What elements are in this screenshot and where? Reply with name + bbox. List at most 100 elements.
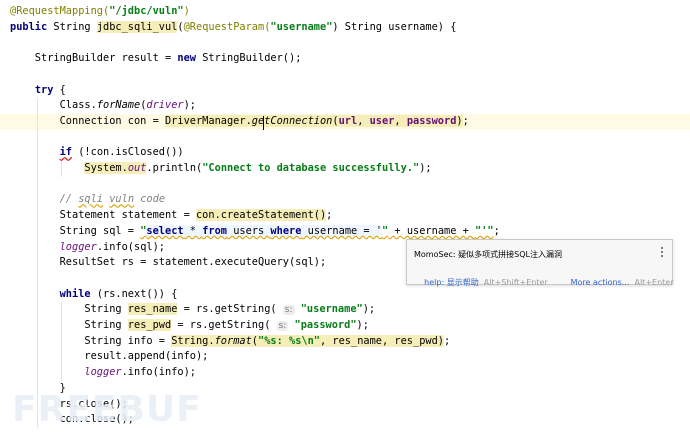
help-link[interactable]: help: 显示帮助 xyxy=(424,278,479,287)
code-token: sqli xyxy=(78,193,104,206)
code-line[interactable]: @RequestMapping("/jdbc/vuln") xyxy=(0,4,690,20)
code-token: StringBuilder(); xyxy=(202,52,302,65)
code-token: ) xyxy=(183,5,190,17)
code-token: String xyxy=(10,319,128,331)
code-token: new xyxy=(177,52,203,65)
indent-guide xyxy=(37,98,38,428)
code-token: "/jdbc/vuln" xyxy=(109,5,184,17)
code-token: user xyxy=(369,114,395,127)
code-token: "password" xyxy=(294,319,357,331)
code-line[interactable] xyxy=(0,67,690,83)
code-line[interactable]: String res_name = rs.getString( s: "user… xyxy=(0,302,690,318)
code-token: ; xyxy=(462,114,469,127)
inspection-message: MomoSec: 疑似多项式拼接SQL注入漏洞 xyxy=(414,250,562,259)
code-token: , xyxy=(394,114,407,127)
indent-guide xyxy=(61,161,62,177)
code-token: res_pwd xyxy=(127,319,172,331)
code-line[interactable]: try { xyxy=(0,83,690,99)
code-line[interactable] xyxy=(0,35,690,51)
code-token: try xyxy=(34,83,60,96)
code-token: result.append(info); xyxy=(10,350,209,363)
code-line[interactable] xyxy=(0,177,690,193)
code-line[interactable] xyxy=(0,130,690,146)
code-token: (!con.isClosed()) xyxy=(72,146,184,159)
parameter-hint: s: xyxy=(276,321,289,331)
code-token: DriverManager. xyxy=(164,114,252,127)
parameter-hint: s: xyxy=(282,305,295,316)
code-line[interactable]: System.out.println("Connect to database … xyxy=(0,161,690,177)
code-line[interactable]: StringBuilder result = new StringBuilder… xyxy=(0,51,690,67)
code-token: System. xyxy=(84,162,128,174)
code-token: .println( xyxy=(146,162,203,174)
code-line[interactable]: String info = String.format("%s: %s\n", … xyxy=(0,334,690,350)
code-token: String xyxy=(10,303,128,316)
code-token: "username" xyxy=(270,20,333,33)
code-token: ); xyxy=(362,303,376,316)
code-line[interactable]: String res_pwd = rs.getString( s: "passw… xyxy=(0,318,690,334)
kebab-menu-icon[interactable] xyxy=(661,247,665,259)
code-token: password xyxy=(406,114,457,127)
more-actions-link[interactable]: More actions... xyxy=(571,278,630,287)
code-token: String. xyxy=(171,334,215,347)
code-token: select xyxy=(146,224,184,237)
code-line[interactable]: Statement statement = con.createStatemen… xyxy=(0,208,690,224)
code-token: ); xyxy=(419,162,432,174)
code-line[interactable]: String sql = "select * from users where … xyxy=(0,224,690,240)
code-token: = rs.getString( xyxy=(177,303,283,316)
code-token: con.createStatement() xyxy=(195,209,327,222)
code-token: public xyxy=(10,20,54,33)
code-token: .info(sql); xyxy=(96,240,166,253)
code-token: logger xyxy=(59,240,97,253)
code-token: @RequestParam( xyxy=(183,20,271,33)
code-token: logger xyxy=(84,366,122,379)
code-line[interactable]: result.append(info); xyxy=(0,349,690,365)
code-token: while xyxy=(59,287,97,300)
code-token: , xyxy=(357,114,370,127)
code-token: ; xyxy=(326,209,333,222)
code-line[interactable]: Connection con = DriverManager.getConnec… xyxy=(0,113,690,130)
code-line[interactable]: Class.forName(driver); xyxy=(0,98,690,114)
code-token: username = ' xyxy=(301,224,383,237)
code-token: String xyxy=(53,20,97,33)
code-token: Class. xyxy=(10,99,97,112)
code-token: { xyxy=(59,83,66,96)
code-token: if xyxy=(59,146,73,159)
code-token: format xyxy=(214,334,252,347)
code-token: , res_name, res_pwd) xyxy=(320,334,444,347)
help-shortcut: Alt+Shift+Enter xyxy=(483,278,548,287)
indent-guide xyxy=(61,302,62,381)
code-line[interactable]: // sqli vuln code xyxy=(0,192,690,208)
code-token: url xyxy=(338,114,358,127)
code-token: "%s: %s\n" xyxy=(258,334,320,347)
code-token: where xyxy=(270,224,302,237)
code-line[interactable]: logger.info(info); xyxy=(0,365,690,381)
text-caret xyxy=(263,116,264,130)
inspection-tooltip: MomoSec: 疑似多项式拼接SQL注入漏洞 help: 显示帮助 Alt+S… xyxy=(406,239,674,287)
code-token: * xyxy=(183,224,203,237)
code-token: // xyxy=(10,193,79,206)
code-token: res_name xyxy=(127,303,178,316)
more-actions-shortcut: Alt+Enter xyxy=(634,278,674,287)
code-token: "Connect to database successfully." xyxy=(202,162,420,174)
code-editor[interactable]: @RequestMapping("/jdbc/vuln") public Stri… xyxy=(0,0,690,436)
code-token: "'" xyxy=(475,224,494,237)
code-token: .info(info); xyxy=(121,366,197,379)
code-token: jdbc_sqli_vul xyxy=(96,20,178,33)
code-line[interactable]: if (!con.isClosed()) xyxy=(0,145,690,161)
code-token: ( xyxy=(332,114,339,127)
code-token: forName xyxy=(96,99,141,112)
code-line[interactable]: public String jdbc_sqli_vul(@RequestPara… xyxy=(0,20,690,36)
code-token: String sql = xyxy=(10,224,141,237)
code-token: users xyxy=(227,224,271,237)
code-token: Connection con = xyxy=(10,114,165,127)
code-token: from xyxy=(202,224,228,237)
code-token: String info = xyxy=(10,334,172,347)
code-token: + username + xyxy=(388,224,476,237)
code-token: ResultSet rs = statement.executeQuery(sq… xyxy=(10,256,327,269)
